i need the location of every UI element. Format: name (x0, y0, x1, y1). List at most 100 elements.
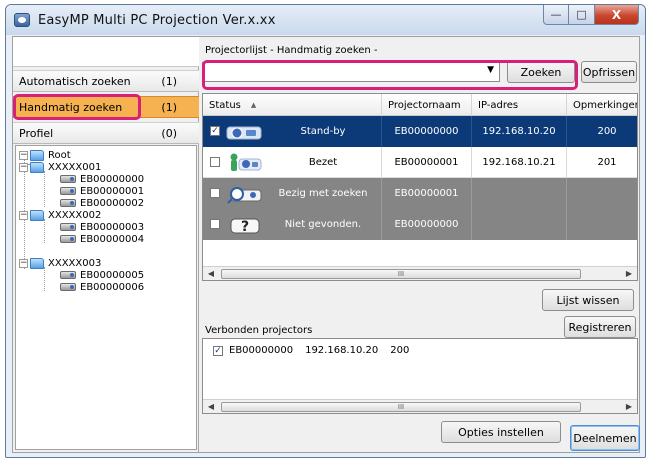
tree-item-label: EB00000005 (80, 269, 145, 281)
column-header-label: Status (209, 99, 241, 111)
nav-item-count: (0) (161, 126, 177, 140)
column-header-ip[interactable]: IP-adres (472, 94, 567, 116)
notes-cell (567, 209, 637, 240)
scroll-left-icon[interactable]: ◀ (204, 401, 218, 413)
tree-item[interactable]: EB00000004 (60, 233, 144, 245)
sort-ascending-icon: ▲ (250, 101, 257, 109)
refresh-button[interactable]: Opfrissen (581, 61, 637, 83)
tree-item[interactable]: EB00000003 (60, 221, 144, 233)
tree-item[interactable]: EB00000005 (60, 269, 144, 281)
projector-icon (60, 199, 76, 207)
register-button[interactable]: Registreren (564, 316, 636, 338)
table-row[interactable]: Bezet EB00000001 192.168.10.21 201 (203, 147, 637, 178)
app-window: EasyMP Multi PC Projection Ver.x.xx — □ … (5, 4, 646, 458)
tree-item[interactable]: EB00000002 (60, 197, 144, 209)
status-cell: Niet gevonden. (265, 209, 382, 240)
connected-checkbox[interactable]: ✓ (213, 345, 223, 356)
column-header-status[interactable]: Status ▲ (203, 94, 382, 116)
tree-item[interactable]: EB00000006 (60, 281, 144, 293)
name-cell: EB00000001 (382, 147, 472, 178)
profile-tree: − Root − XXXXX001 EB00000000 EB00000001 (15, 145, 197, 450)
folder-icon (30, 257, 44, 269)
column-header-notes[interactable]: Opmerkingen (567, 94, 637, 116)
connected-projectors-list: ✓ EB00000000 192.168.10.20 200 ◀ III ▶ (202, 338, 638, 414)
collapse-icon[interactable]: − (19, 210, 28, 220)
tree-group[interactable]: − XXXXX003 (19, 257, 101, 269)
right-pane: Projectorlijst - Handmatig zoeken - ▼ Zo… (200, 37, 640, 452)
table-horizontal-scrollbar[interactable]: ◀ III ▶ (203, 266, 637, 280)
tree-item-label: EB00000004 (80, 233, 145, 245)
tree-group[interactable]: − XXXXX001 (19, 161, 101, 173)
row-checkbox[interactable] (210, 219, 220, 229)
projector-table: Status ▲ Projectornaam IP-adres Opmerkin… (202, 93, 638, 281)
collapse-icon[interactable]: − (19, 162, 28, 172)
notes-cell (567, 178, 637, 209)
ip-cell: 192.168.10.20 (472, 116, 567, 147)
row-checkbox[interactable] (210, 157, 220, 167)
status-cell: Bezet (265, 147, 382, 178)
table-row[interactable]: ? Niet gevonden. EB00000000 (203, 209, 637, 240)
svg-text:?: ? (241, 219, 249, 235)
list-item[interactable]: ✓ EB00000000 192.168.10.20 200 (213, 345, 409, 356)
close-button[interactable]: X (595, 5, 639, 25)
not-found-question-icon: ? (230, 218, 260, 235)
row-checkbox[interactable]: ✓ (210, 126, 220, 136)
notes-cell: 200 (597, 126, 617, 137)
table-row[interactable]: ✓ Stand-by EB00000000 192.168.10.20 200 (203, 116, 637, 147)
ip-cell: 192.168.10.21 (472, 147, 567, 178)
column-header-label: IP-adres (478, 99, 519, 111)
scroll-left-icon[interactable]: ◀ (204, 268, 218, 280)
scrollbar-thumb[interactable]: III (221, 269, 581, 279)
row-checkbox[interactable] (210, 188, 220, 198)
minimize-button[interactable]: — (543, 5, 569, 25)
tree-group[interactable]: − XXXXX002 (19, 209, 101, 221)
column-header-name[interactable]: Projectornaam (382, 94, 472, 116)
projector-icon (60, 223, 76, 231)
nav-item-manual-search[interactable]: Handmatig zoeken (1) (13, 96, 199, 118)
table-header: Status ▲ Projectornaam IP-adres Opmerkin… (203, 94, 637, 116)
projector-standby-icon (226, 126, 262, 140)
collapse-icon[interactable]: − (19, 150, 28, 160)
tree-root[interactable]: − Root (19, 149, 71, 161)
options-button[interactable]: Opties instellen (441, 421, 561, 443)
nav-item-count: (1) (161, 100, 177, 114)
join-button[interactable]: Deelnemen (570, 425, 640, 451)
projector-list-heading: Projectorlijst - Handmatig zoeken - (205, 45, 378, 56)
scrollbar-thumb[interactable]: III (221, 402, 581, 412)
scroll-right-icon[interactable]: ▶ (622, 401, 636, 413)
app-icon (14, 13, 30, 27)
dropdown-arrow-icon[interactable]: ▼ (487, 65, 494, 75)
tree-root-label: Root (48, 149, 71, 161)
search-combo[interactable]: ▼ (202, 62, 500, 82)
tree-group-label: XXXXX002 (48, 209, 102, 221)
tree-group-label: XXXXX003 (48, 257, 102, 269)
nav-item-label: Profiel (19, 126, 54, 140)
column-header-label: Projectornaam (388, 99, 461, 111)
left-pane-header (13, 37, 199, 67)
maximize-button[interactable]: □ (569, 5, 595, 25)
collapse-icon[interactable]: − (19, 258, 28, 268)
nav-item-profile[interactable]: Profiel (0) (13, 122, 199, 144)
left-pane: Automatisch zoeken (1) Handmatig zoeken … (13, 37, 199, 452)
tree-item[interactable]: EB00000000 (60, 173, 144, 185)
tree-item-label: EB00000001 (80, 185, 145, 197)
scroll-right-icon[interactable]: ▶ (622, 268, 636, 280)
tree-item-label: EB00000003 (80, 221, 145, 233)
projector-busy-icon (230, 153, 262, 171)
search-button[interactable]: Zoeken (507, 61, 575, 83)
tree-item[interactable]: EB00000001 (60, 185, 144, 197)
status-cell: Stand-by (265, 116, 382, 147)
connected-ip: 192.168.10.20 (305, 345, 379, 356)
connected-horizontal-scrollbar[interactable]: ◀ III ▶ (203, 399, 637, 413)
projector-icon (60, 187, 76, 195)
table-row[interactable]: Bezig met zoeken EB00000001 (203, 178, 637, 209)
projector-icon (60, 271, 76, 279)
minimize-icon: — (550, 8, 562, 21)
nav-item-automatic-search[interactable]: Automatisch zoeken (1) (13, 70, 199, 92)
title-bar[interactable]: EasyMP Multi PC Projection Ver.x.xx — □ … (6, 5, 645, 35)
folder-icon (30, 161, 44, 173)
window-title: EasyMP Multi PC Projection Ver.x.xx (38, 13, 276, 28)
maximize-icon: □ (576, 8, 587, 21)
clear-list-button[interactable]: Lijst wissen (542, 289, 634, 311)
window-controls: — □ X (543, 5, 639, 25)
